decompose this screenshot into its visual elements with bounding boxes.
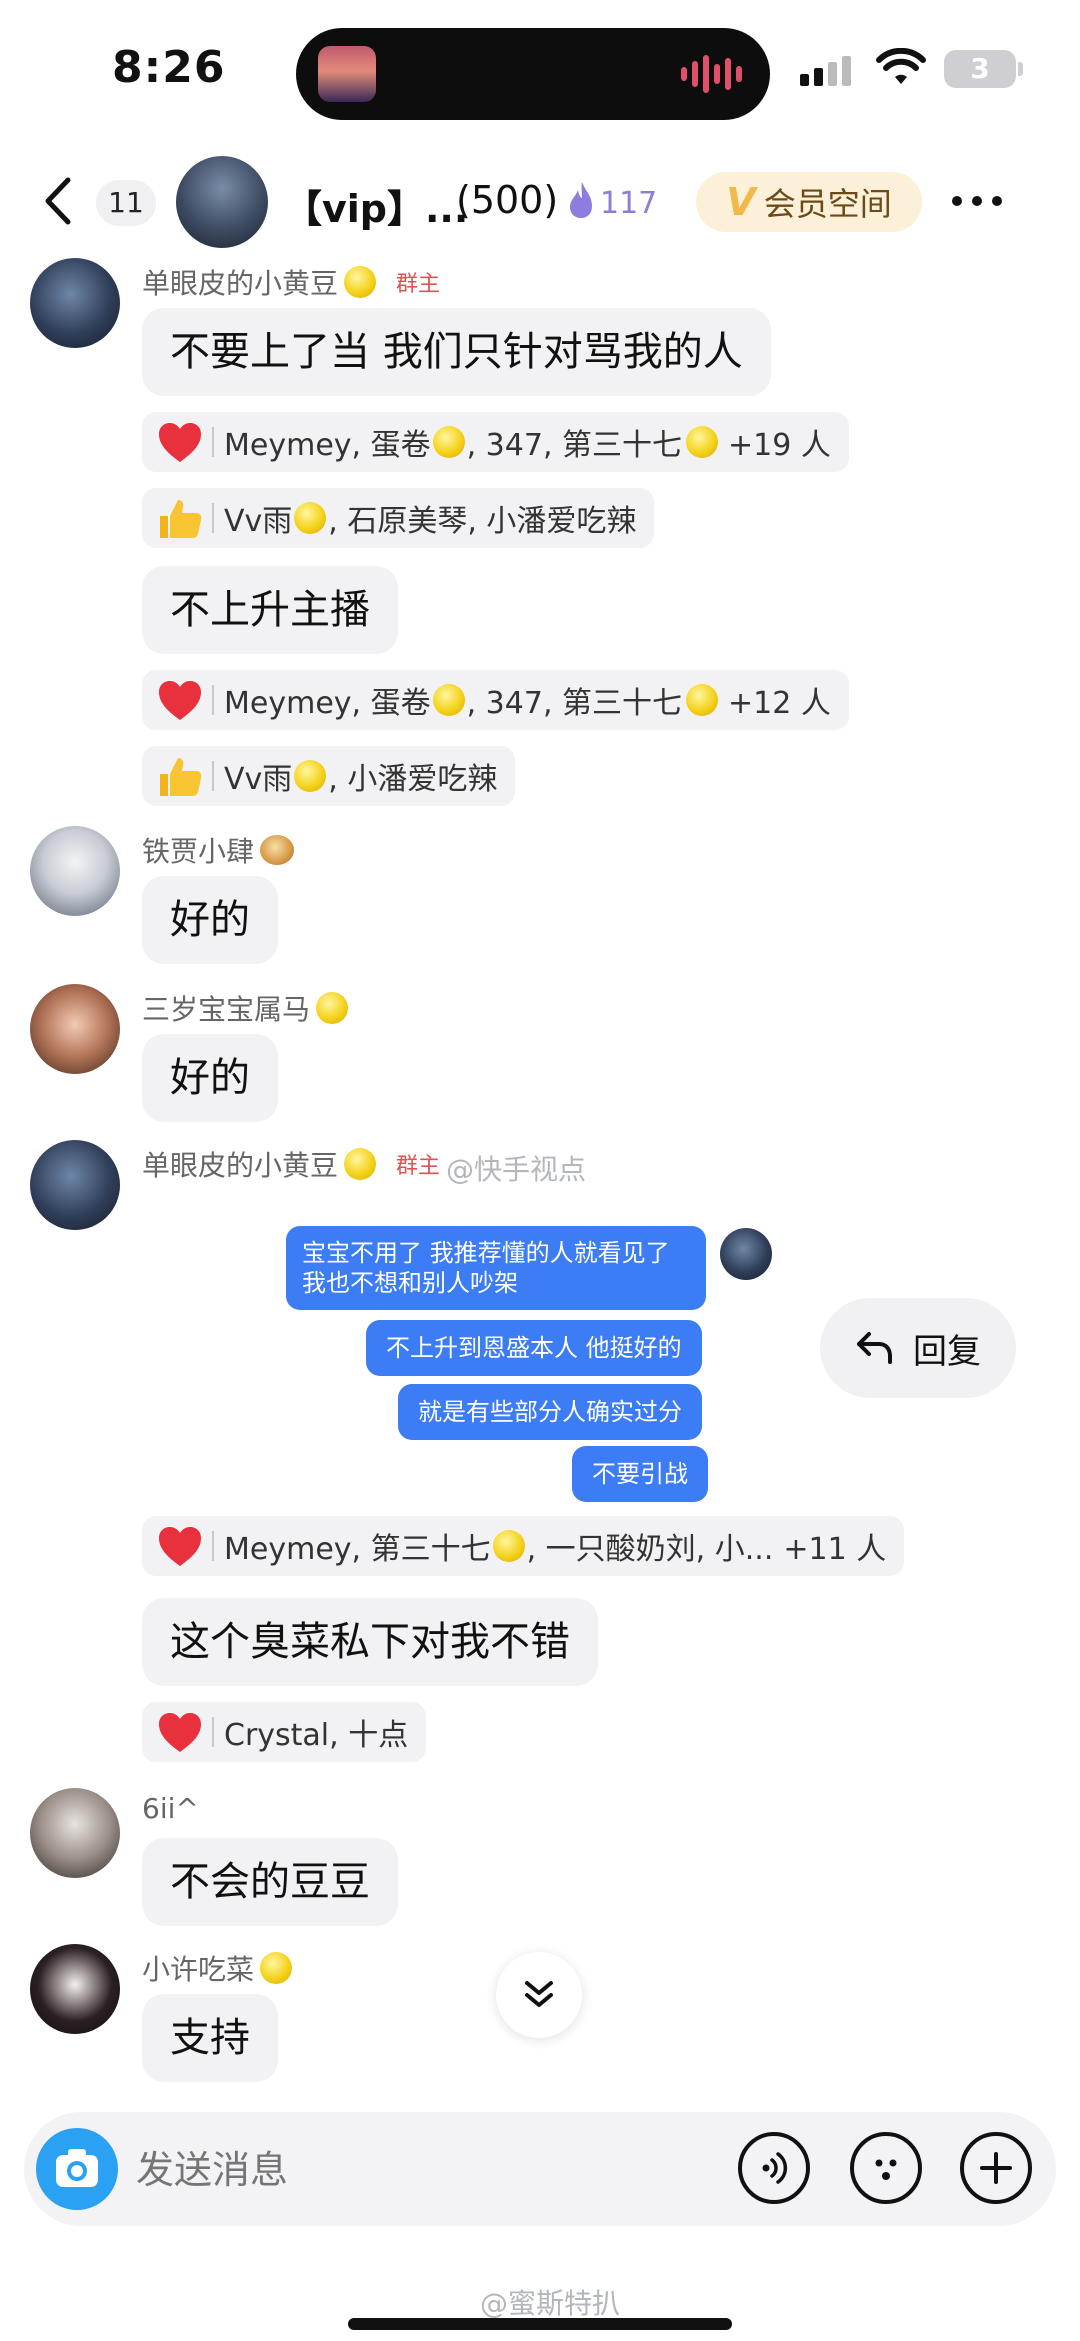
- emoji-button[interactable]: [850, 2132, 922, 2204]
- battery-icon: 3: [944, 50, 1016, 88]
- sender-name[interactable]: 小许吃菜: [142, 1948, 293, 1988]
- heart-icon: [159, 1713, 201, 1752]
- voice-wave-icon: [762, 2152, 788, 2184]
- coin-emoji-icon: [294, 502, 327, 534]
- coin-emoji-icon: [344, 1148, 377, 1180]
- reaction-row[interactable]: Meymey, 第三十七 , 一只酸奶刘, 小... +11 人: [142, 1516, 905, 1576]
- wifi-icon: [876, 48, 926, 84]
- coin-emoji-icon: [344, 266, 377, 298]
- reply-arrow-icon: [857, 1332, 892, 1364]
- coin-emoji-icon: [260, 1952, 293, 1984]
- fire-icon: [570, 182, 592, 218]
- heart-icon: [159, 1527, 201, 1566]
- group-owner-tag: 群主: [396, 1154, 441, 1179]
- more-options-icon[interactable]: [952, 196, 1002, 206]
- camera-button[interactable]: [36, 2128, 118, 2210]
- camera-icon: [56, 2149, 98, 2187]
- scroll-to-bottom-button[interactable]: [496, 1952, 582, 2038]
- group-owner-tag: 群主: [396, 272, 441, 297]
- member-count: (500): [456, 178, 559, 222]
- reply-button[interactable]: 回复: [820, 1298, 1016, 1398]
- group-avatar[interactable]: [176, 156, 268, 248]
- message-bubble[interactable]: 不要上了当 我们只针对骂我的人: [142, 308, 771, 396]
- message-bubble[interactable]: 支持: [142, 1994, 278, 2082]
- screenshot-image-message[interactable]: 宝宝不用了 我推荐懂的人就看见了 我也不想和别人吵架: [286, 1226, 706, 1310]
- cellular-signal-icon: [800, 56, 851, 86]
- plus-icon: [980, 2152, 1012, 2184]
- coin-emoji-icon: [492, 1530, 525, 1562]
- message-bubble[interactable]: 不会的豆豆: [142, 1838, 398, 1926]
- reaction-row[interactable]: Vv雨 , 小潘爱吃辣: [142, 746, 516, 806]
- sender-name[interactable]: 6ii^: [142, 1792, 199, 1825]
- screenshot-bubble: 不上升到恩盛本人 他挺好的: [366, 1320, 702, 1376]
- voice-button[interactable]: [738, 2132, 810, 2204]
- screenshot-bubble: 不要引战: [572, 1446, 708, 1502]
- coin-emoji-icon: [432, 684, 465, 716]
- reaction-row[interactable]: Vv雨 , 石原美琴, 小潘爱吃辣: [142, 488, 655, 548]
- thumbs-up-icon: [160, 758, 202, 796]
- reaction-row[interactable]: Crystal, 十点: [142, 1702, 427, 1762]
- sender-name[interactable]: 三岁宝宝属马: [142, 988, 349, 1028]
- screenshot-avatar: [720, 1228, 772, 1280]
- add-button[interactable]: [960, 2132, 1032, 2204]
- avatar[interactable]: [30, 826, 120, 916]
- dynamic-island[interactable]: [296, 28, 770, 120]
- coin-emoji-icon: [294, 760, 327, 792]
- message-bubble[interactable]: 好的: [142, 1034, 278, 1122]
- coin-emoji-icon: [686, 426, 719, 458]
- watermark: @快手视点: [446, 1153, 587, 1186]
- avatar[interactable]: [30, 1944, 120, 2034]
- status-time: 8:26: [112, 42, 226, 93]
- reaction-row[interactable]: Meymey, 蛋卷 , 347, 第三十七 +12 人: [142, 670, 849, 730]
- coin-emoji-icon: [432, 426, 465, 458]
- sender-name[interactable]: 单眼皮的小黄豆 群主: [142, 1144, 440, 1184]
- battery-tip: [1018, 62, 1023, 76]
- heart-icon: [159, 681, 201, 720]
- sender-name[interactable]: 铁贾小肆: [142, 830, 295, 870]
- home-indicator[interactable]: [348, 2318, 732, 2330]
- sender-name[interactable]: 单眼皮的小黄豆 群主: [142, 262, 440, 302]
- audio-wave-icon: [681, 54, 742, 94]
- message-bubble[interactable]: 这个臭菜私下对我不错: [142, 1598, 598, 1686]
- unread-count-badge[interactable]: 11: [96, 180, 156, 226]
- reaction-row[interactable]: Meymey, 蛋卷 , 347, 第三十七 +19 人: [142, 412, 849, 472]
- coin-emoji-icon: [316, 992, 349, 1024]
- fire-count: 117: [600, 186, 658, 221]
- heart-icon: [159, 423, 201, 462]
- vip-space-label: 会员空间: [763, 185, 892, 223]
- coin-emoji-icon: [686, 684, 719, 716]
- footer-watermark: @蜜斯特扒: [480, 2287, 621, 2320]
- vip-badge-icon: V: [726, 180, 756, 224]
- group-title[interactable]: 【vip】...: [284, 178, 468, 233]
- message-bubble[interactable]: 不上升主播: [142, 566, 398, 654]
- avatar[interactable]: [30, 984, 120, 1074]
- message-bubble[interactable]: 好的: [142, 876, 278, 964]
- bread-emoji-icon: [260, 835, 295, 865]
- avatar[interactable]: [30, 258, 120, 348]
- vip-space-button[interactable]: V 会员空间: [696, 172, 922, 232]
- avatar[interactable]: [30, 1788, 120, 1878]
- avatar[interactable]: [30, 1140, 120, 1230]
- screenshot-bubble: 就是有些部分人确实过分: [398, 1384, 702, 1440]
- double-chevron-down-icon: [525, 1981, 553, 2007]
- thumbs-up-icon: [160, 500, 202, 538]
- message-input[interactable]: [136, 2148, 636, 2192]
- back-arrow-icon[interactable]: [40, 176, 76, 226]
- smiley-icon: [875, 2159, 897, 2180]
- now-playing-artwork: [318, 46, 376, 102]
